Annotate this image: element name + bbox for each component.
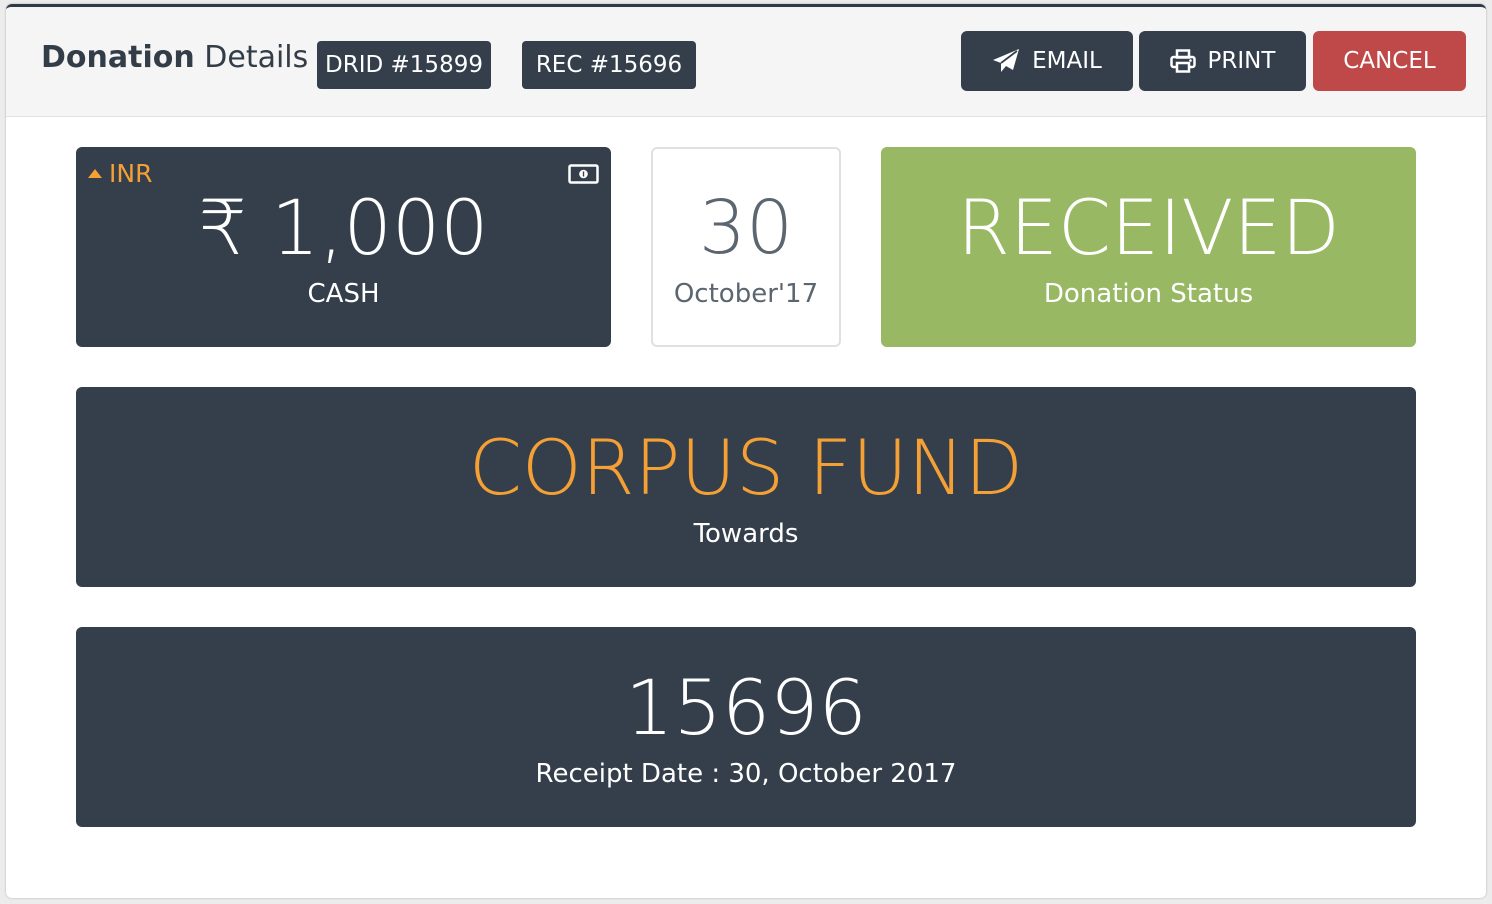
amount-card: INR ₹ 1,000 CASH bbox=[76, 147, 611, 347]
towards-card: CORPUS FUND Towards bbox=[76, 387, 1416, 587]
cancel-button[interactable]: CANCEL bbox=[1313, 31, 1466, 91]
receipt-badge: REC #15696 bbox=[522, 41, 696, 89]
status-card: RECEIVED Donation Status bbox=[881, 147, 1416, 347]
print-button-label: PRINT bbox=[1207, 48, 1276, 74]
receipt-date: Receipt Date : 30, October 2017 bbox=[535, 759, 957, 789]
page-title-bold: Donation bbox=[41, 40, 195, 75]
payment-mode: CASH bbox=[307, 279, 380, 309]
drid-badge: DRID #15899 bbox=[317, 41, 491, 89]
receipt-card: 15696 Receipt Date : 30, October 2017 bbox=[76, 627, 1416, 827]
fund-name: CORPUS FUND bbox=[468, 423, 1024, 512]
printer-icon bbox=[1169, 49, 1196, 73]
cancel-button-label: CANCEL bbox=[1343, 48, 1436, 74]
page-title-rest: Details bbox=[194, 40, 309, 75]
donation-month-year: October'17 bbox=[673, 279, 819, 309]
towards-label: Towards bbox=[693, 519, 799, 549]
money-bill-icon bbox=[568, 164, 599, 184]
receipt-number: 15696 bbox=[625, 663, 867, 752]
donation-status: RECEIVED bbox=[957, 183, 1340, 272]
caret-up-icon bbox=[88, 169, 102, 178]
email-button[interactable]: EMAIL bbox=[961, 31, 1133, 91]
panel-header: Donation Details DRID #15899 REC #15696 … bbox=[6, 7, 1486, 117]
print-button[interactable]: PRINT bbox=[1139, 31, 1306, 91]
donation-status-label: Donation Status bbox=[1043, 279, 1254, 309]
donation-day: 30 bbox=[698, 185, 794, 271]
donation-amount: ₹ 1,000 bbox=[198, 183, 489, 272]
donation-details-panel: Donation Details DRID #15899 REC #15696 … bbox=[6, 4, 1486, 898]
paper-plane-icon bbox=[992, 48, 1020, 74]
date-card: 30 October'17 bbox=[651, 147, 841, 347]
page-title: Donation Details bbox=[41, 40, 308, 75]
email-button-label: EMAIL bbox=[1032, 48, 1102, 74]
